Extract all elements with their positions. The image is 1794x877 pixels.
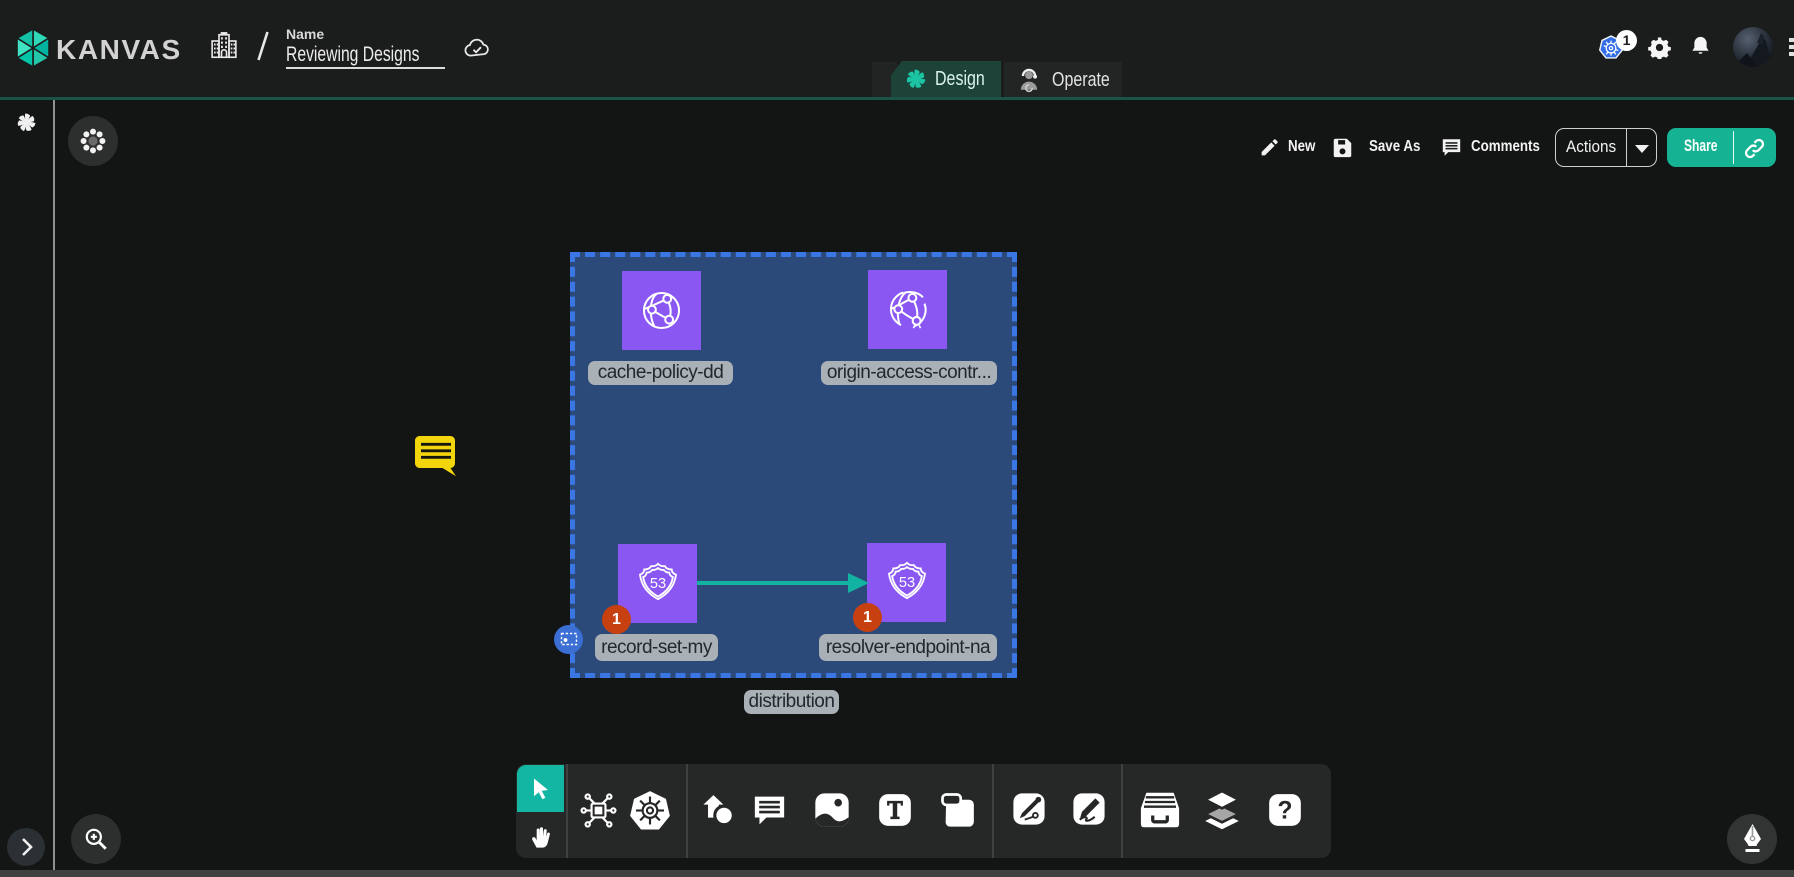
svg-text:53: 53 xyxy=(899,575,915,591)
svg-text:KANVAS: KANVAS xyxy=(56,34,182,65)
svg-text:53: 53 xyxy=(650,576,666,592)
svg-text:?: ? xyxy=(1278,798,1293,825)
